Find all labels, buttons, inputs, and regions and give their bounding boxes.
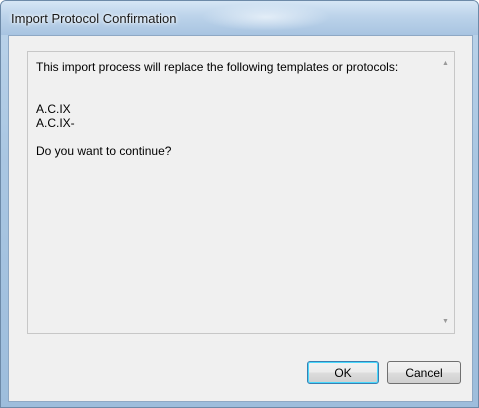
message-intro: This import process will replace the fol… xyxy=(36,60,399,74)
cancel-button[interactable]: Cancel xyxy=(387,361,461,384)
ok-button[interactable]: OK xyxy=(307,361,379,384)
vertical-scrollbar[interactable]: ▲ ▼ xyxy=(437,52,454,333)
scroll-down-arrow-icon[interactable]: ▼ xyxy=(437,313,454,330)
message-textbox[interactable]: This import process will replace the fol… xyxy=(27,51,455,334)
list-item: A.C.IX xyxy=(36,102,71,116)
message-content: This import process will replace the fol… xyxy=(36,60,428,158)
dialog-window: Import Protocol Confirmation This import… xyxy=(0,0,479,408)
message-question: Do you want to continue? xyxy=(36,144,172,158)
background-ghost-text xyxy=(201,3,331,31)
dialog-body: This import process will replace the fol… xyxy=(8,35,473,402)
title-bar[interactable]: Import Protocol Confirmation xyxy=(1,1,478,35)
list-item: A.C.IX- xyxy=(36,116,75,130)
dialog-title: Import Protocol Confirmation xyxy=(11,11,177,26)
scroll-up-arrow-icon[interactable]: ▲ xyxy=(437,55,454,72)
